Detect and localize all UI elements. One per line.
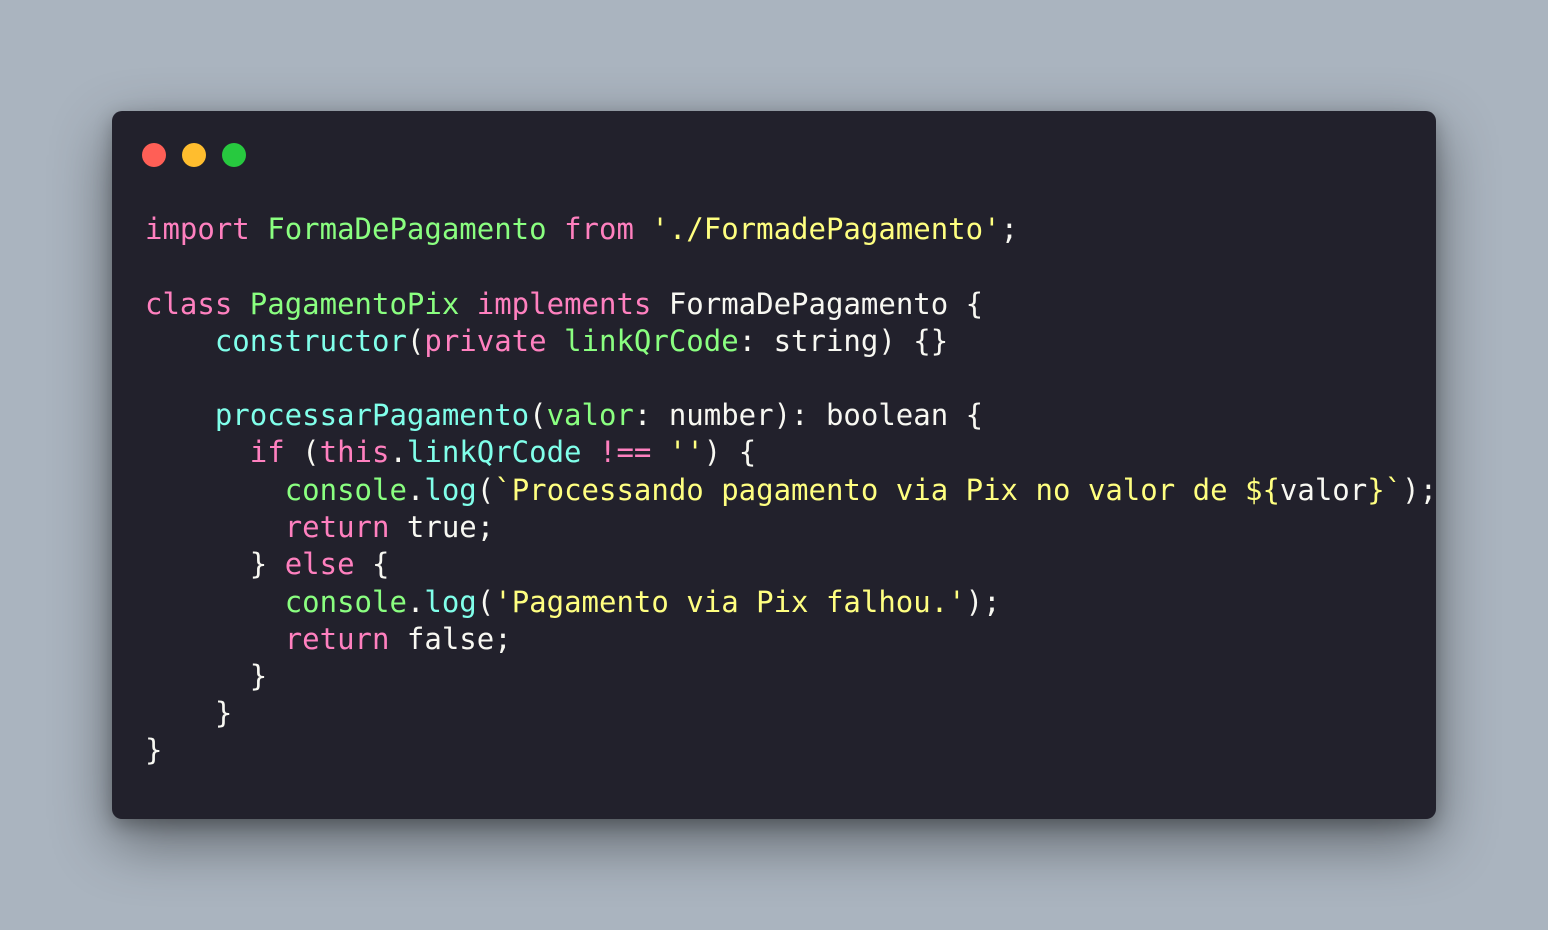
code-token: if bbox=[249, 435, 285, 469]
code-token: return bbox=[284, 510, 390, 544]
code-token: constructor bbox=[214, 324, 407, 358]
code-line: return true; bbox=[145, 509, 495, 546]
code-line: processarPagamento(valor: number): boole… bbox=[145, 397, 983, 434]
code-token: 'Pagamento via Pix falhou.' bbox=[494, 585, 966, 619]
code-token: processarPagamento bbox=[214, 398, 530, 432]
code-line: } bbox=[145, 658, 267, 695]
code-token: return bbox=[284, 622, 390, 656]
code-line: return false; bbox=[145, 621, 512, 658]
code-token: './FormadePagamento' bbox=[651, 212, 1001, 246]
code-token: log bbox=[424, 585, 477, 619]
code-token: ); bbox=[965, 585, 1001, 619]
code-window: import FormaDePagamento from './FormadeP… bbox=[112, 111, 1437, 819]
code-token: . bbox=[406, 473, 425, 507]
code-token: linkQrCode bbox=[406, 435, 582, 469]
code-token: this bbox=[319, 435, 390, 469]
code-token: from bbox=[564, 212, 634, 246]
maximize-button[interactable] bbox=[222, 143, 246, 167]
code-token: ; bbox=[1000, 212, 1019, 246]
code-token: valor bbox=[546, 398, 634, 432]
code-token: `Processando pagamento via Pix no valor … bbox=[494, 473, 1280, 507]
code-token: . bbox=[406, 585, 425, 619]
code-line: } bbox=[145, 732, 162, 769]
code-token: ( bbox=[529, 398, 547, 432]
code-token: ( bbox=[284, 435, 320, 469]
code-token: : string) {} bbox=[738, 324, 949, 358]
code-line: class PagamentoPix implements FormaDePag… bbox=[145, 286, 983, 323]
code-line: import FormaDePagamento from './FormadeP… bbox=[145, 211, 1018, 248]
code-token: } bbox=[145, 733, 163, 767]
code-token: linkQrCode bbox=[564, 324, 739, 358]
code-token: implements bbox=[476, 287, 652, 321]
code-token: PagamentoPix bbox=[249, 287, 460, 321]
code-line: if (this.linkQrCode !== '') { bbox=[145, 434, 756, 471]
code-token: console bbox=[284, 473, 407, 507]
code-token: ) { bbox=[703, 435, 757, 469]
code-token: console bbox=[284, 585, 407, 619]
code-token: . bbox=[389, 435, 407, 469]
code-line: } else { bbox=[145, 546, 390, 583]
code-token: false; bbox=[389, 622, 512, 656]
code-token: ( bbox=[406, 324, 425, 358]
code-token: !== bbox=[599, 435, 652, 469]
code-line: console.log(`Processando pagamento via P… bbox=[145, 472, 1437, 509]
code-token: import bbox=[145, 212, 250, 246]
code-line: console.log('Pagamento via Pix falhou.')… bbox=[145, 584, 1001, 621]
code-token: { bbox=[354, 547, 390, 581]
code-token: } bbox=[249, 547, 285, 581]
code-token: }` bbox=[1367, 473, 1403, 507]
close-button[interactable] bbox=[142, 143, 166, 167]
code-token: '' bbox=[668, 435, 704, 469]
code-token: FormaDePagamento bbox=[668, 287, 949, 321]
code-token: } bbox=[214, 696, 233, 730]
code-token: true; bbox=[389, 510, 495, 544]
code-token: log bbox=[424, 473, 477, 507]
code-line: constructor(private linkQrCode: string) … bbox=[145, 323, 948, 360]
code-line: } bbox=[145, 695, 232, 732]
code-token: FormaDePagamento bbox=[267, 212, 547, 246]
code-token: : number): boolean { bbox=[633, 398, 984, 432]
code-token: else bbox=[284, 547, 355, 581]
code-token: } bbox=[249, 659, 268, 693]
minimize-button[interactable] bbox=[182, 143, 206, 167]
code-token: private bbox=[424, 324, 547, 358]
code-token: ( bbox=[476, 473, 495, 507]
code-token: ( bbox=[476, 585, 495, 619]
code-token: valor bbox=[1279, 473, 1368, 507]
code-token: class bbox=[145, 287, 233, 321]
code-token: { bbox=[948, 287, 984, 321]
code-token: ); bbox=[1402, 473, 1438, 507]
